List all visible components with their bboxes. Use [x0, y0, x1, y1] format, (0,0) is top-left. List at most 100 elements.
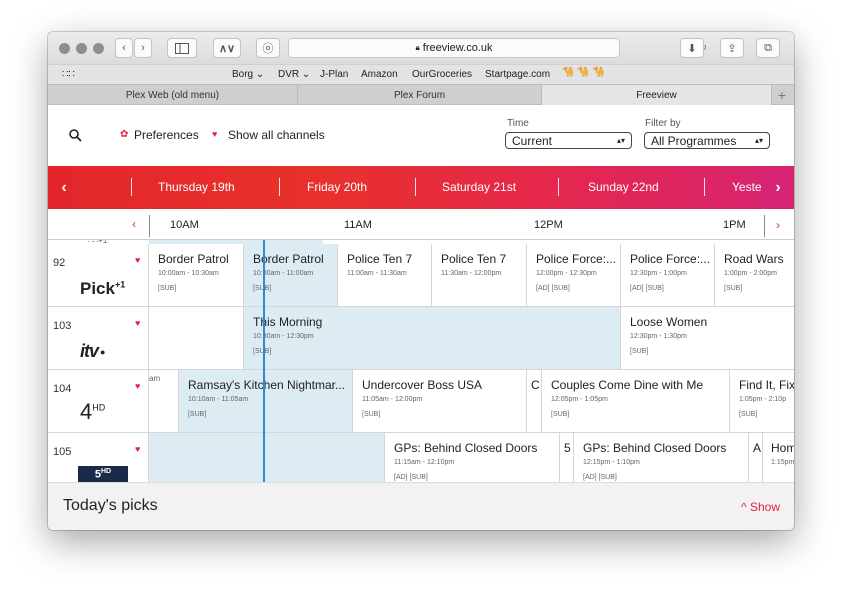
programme-cell[interactable]: Couples Come Dine with Me 12:05pm - 1:05p…: [542, 370, 730, 432]
programme-time: 12:30pm - 1:00pm: [630, 270, 687, 277]
todays-picks-title: Today's picks: [63, 497, 158, 514]
heart-icon[interactable]: ♥: [135, 318, 140, 328]
programme-time: 11:15am - 12:10pm: [394, 459, 455, 466]
time-next-arrow[interactable]: ›: [776, 218, 780, 232]
preferences-link[interactable]: Preferences: [134, 128, 199, 142]
bookmark-ourgroceries[interactable]: OurGroceries: [412, 69, 472, 80]
channel-info[interactable]: 105 ♥ 5HD: [48, 433, 149, 482]
forward-button[interactable]: ›: [134, 38, 152, 58]
minimize-window-button[interactable]: [76, 43, 87, 54]
programme-flags: [SUB]: [253, 285, 337, 292]
day-yesterday[interactable]: Yeste: [732, 180, 762, 194]
channel-info[interactable]: 92 ♥ Pick+1: [48, 244, 149, 306]
programme-flags: [AD] [SUB]: [536, 285, 570, 292]
share-button[interactable]: ⇪: [720, 38, 744, 58]
programme-flags: [SUB]: [253, 348, 620, 355]
programme-time: 10:10am - 11:05am: [188, 396, 249, 403]
shield-icon: ⓞ: [262, 43, 274, 55]
programme-cell[interactable]: Border Patrol 10:00am - 10:30am [SUB]: [149, 244, 244, 306]
programme-cell[interactable]: Border Patrol 10:30am - 11:00am [SUB]: [244, 244, 338, 306]
tab-plex-forum[interactable]: Plex Forum: [298, 85, 542, 105]
programme-cell[interactable]: Police Force:... 12:30pm - 1:00pm [AD] [SU…: [621, 244, 715, 306]
programme-flags: [SUB]: [551, 411, 570, 418]
programme-cell[interactable]: [149, 433, 385, 482]
tab-freeview[interactable]: Freeview: [542, 85, 772, 105]
programme-cell[interactable]: Hom 1:15pm: [763, 433, 794, 482]
channel-logo-text: itv: [80, 341, 99, 361]
sidebar-button[interactable]: [167, 38, 197, 58]
zoom-window-button[interactable]: [93, 43, 104, 54]
programme-cell[interactable]: am: [149, 370, 179, 432]
address-bar[interactable]: 🔒︎ freeview.co.uk ↻: [288, 38, 707, 58]
back-button[interactable]: ‹: [115, 38, 133, 58]
tab-plex-web[interactable]: Plex Web (old menu): [48, 85, 298, 105]
bookmark-jplan[interactable]: J-Plan: [320, 69, 348, 80]
day-divider: [131, 178, 132, 196]
bookmark-amazon[interactable]: Amazon: [361, 69, 398, 80]
programme-cell[interactable]: Road Wars 1:00pm - 2:00pm [SUB]: [715, 244, 794, 306]
chevron-left-icon: ‹: [61, 178, 67, 196]
channel-logo: itv ●: [80, 341, 106, 362]
programme-cell[interactable]: Police Force:... 12:00pm - 12:30pm [AD] [S…: [527, 244, 621, 306]
bookmark-borg[interactable]: Borg ⌄: [232, 69, 264, 80]
programme-title: Undercover Boss USA: [362, 378, 483, 392]
day-sunday[interactable]: Sunday 22nd: [588, 180, 659, 194]
show-all-channels-link[interactable]: Show all channels: [228, 128, 325, 142]
tabs-overview-button[interactable]: ⧉: [756, 38, 780, 58]
programme-cell[interactable]: Loose Women 12:30pm - 1:30pm [SUB]: [621, 307, 794, 369]
search-icon[interactable]: [69, 129, 82, 142]
channel-info[interactable]: 103 ♥ itv ●: [48, 307, 149, 369]
time-prev-arrow[interactable]: ‹: [132, 217, 136, 231]
heart-icon[interactable]: ♥: [135, 381, 140, 391]
programme-cell[interactable]: [149, 307, 244, 369]
programme-title: Police Force:...: [630, 252, 711, 266]
programme-cell[interactable]: Police Ten 7 11:00am - 11:30am: [338, 244, 432, 306]
prev-day-button[interactable]: ‹: [48, 166, 80, 209]
programme-title: Hom: [771, 441, 794, 455]
time-divider: [764, 215, 765, 237]
day-divider: [704, 178, 705, 196]
close-window-button[interactable]: [59, 43, 70, 54]
new-tab-icon[interactable]: +: [778, 87, 786, 103]
download-button[interactable]: ⬇︎: [680, 38, 704, 58]
camel-icon[interactable]: 🐪 🐪 🐪: [562, 67, 605, 78]
programme-cell[interactable]: Undercover Boss USA 11:05am - 12:00pm [SUB…: [353, 370, 527, 432]
day-friday[interactable]: Friday 20th: [307, 180, 367, 194]
heart-icon[interactable]: ♥: [135, 444, 140, 454]
channel-info[interactable]: 104 ♥ 4HD: [48, 370, 149, 432]
programme-cell[interactable]: Police Ten 7 11:30am - 12:00pm: [432, 244, 527, 306]
programme-cell[interactable]: Find It, Fix 1:05pm - 2:10p [SUB]: [730, 370, 794, 432]
bookmark-startpage[interactable]: Startpage.com: [485, 69, 550, 80]
channel-logo-sup: HD: [101, 468, 112, 475]
channel-number: 103: [53, 320, 72, 332]
url-text: freeview.co.uk: [422, 42, 493, 54]
grid-icon[interactable]: ∷∷: [62, 69, 75, 80]
channel-number: 104: [53, 383, 72, 395]
programme-cell[interactable]: C: [527, 370, 542, 432]
programme-title: Border Patrol: [158, 252, 229, 266]
channel-logo-sup: HD: [92, 402, 106, 413]
heart-icon[interactable]: ♥: [135, 255, 140, 265]
programme-title: Road Wars: [724, 252, 784, 266]
channel-row: 103 ♥ itv ● This Morning 10:30am - 12:30pm…: [48, 307, 794, 370]
programme-cell[interactable]: GPs: Behind Closed Doors 11:15am - 12:10p…: [385, 433, 560, 482]
privacy-button[interactable]: ⓞ: [256, 38, 280, 58]
next-day-button[interactable]: ›: [762, 166, 794, 209]
programme-cell[interactable]: Ramsay's Kitchen Nightmar... 10:10am - 11…: [179, 370, 353, 432]
programme-cell[interactable]: This Morning 10:30am - 12:30pm [SUB]: [244, 307, 621, 369]
programme-time: 12:15pm - 1:10pm: [583, 459, 640, 466]
extension-button[interactable]: ∧∨: [213, 38, 241, 58]
chevron-left-icon: ‹: [122, 42, 126, 54]
programme-cell[interactable]: GPs: Behind Closed Doors 12:15pm - 1:10pm…: [574, 433, 749, 482]
programme-cell[interactable]: 5: [560, 433, 574, 482]
channel-logo: 5HD: [78, 466, 128, 482]
bookmark-dvr[interactable]: DVR ⌄: [278, 69, 310, 80]
show-picks-button[interactable]: ^ Show: [741, 500, 780, 514]
time-select[interactable]: Current ▴▾: [505, 132, 632, 149]
tab-label: Plex Forum: [393, 89, 446, 101]
sidebar-icon: [175, 42, 189, 54]
programme-cell[interactable]: A: [749, 433, 763, 482]
day-saturday[interactable]: Saturday 21st: [442, 180, 516, 194]
day-thursday[interactable]: Thursday 19th: [158, 180, 235, 194]
filter-select[interactable]: All Programmes ▴▾: [644, 132, 770, 149]
